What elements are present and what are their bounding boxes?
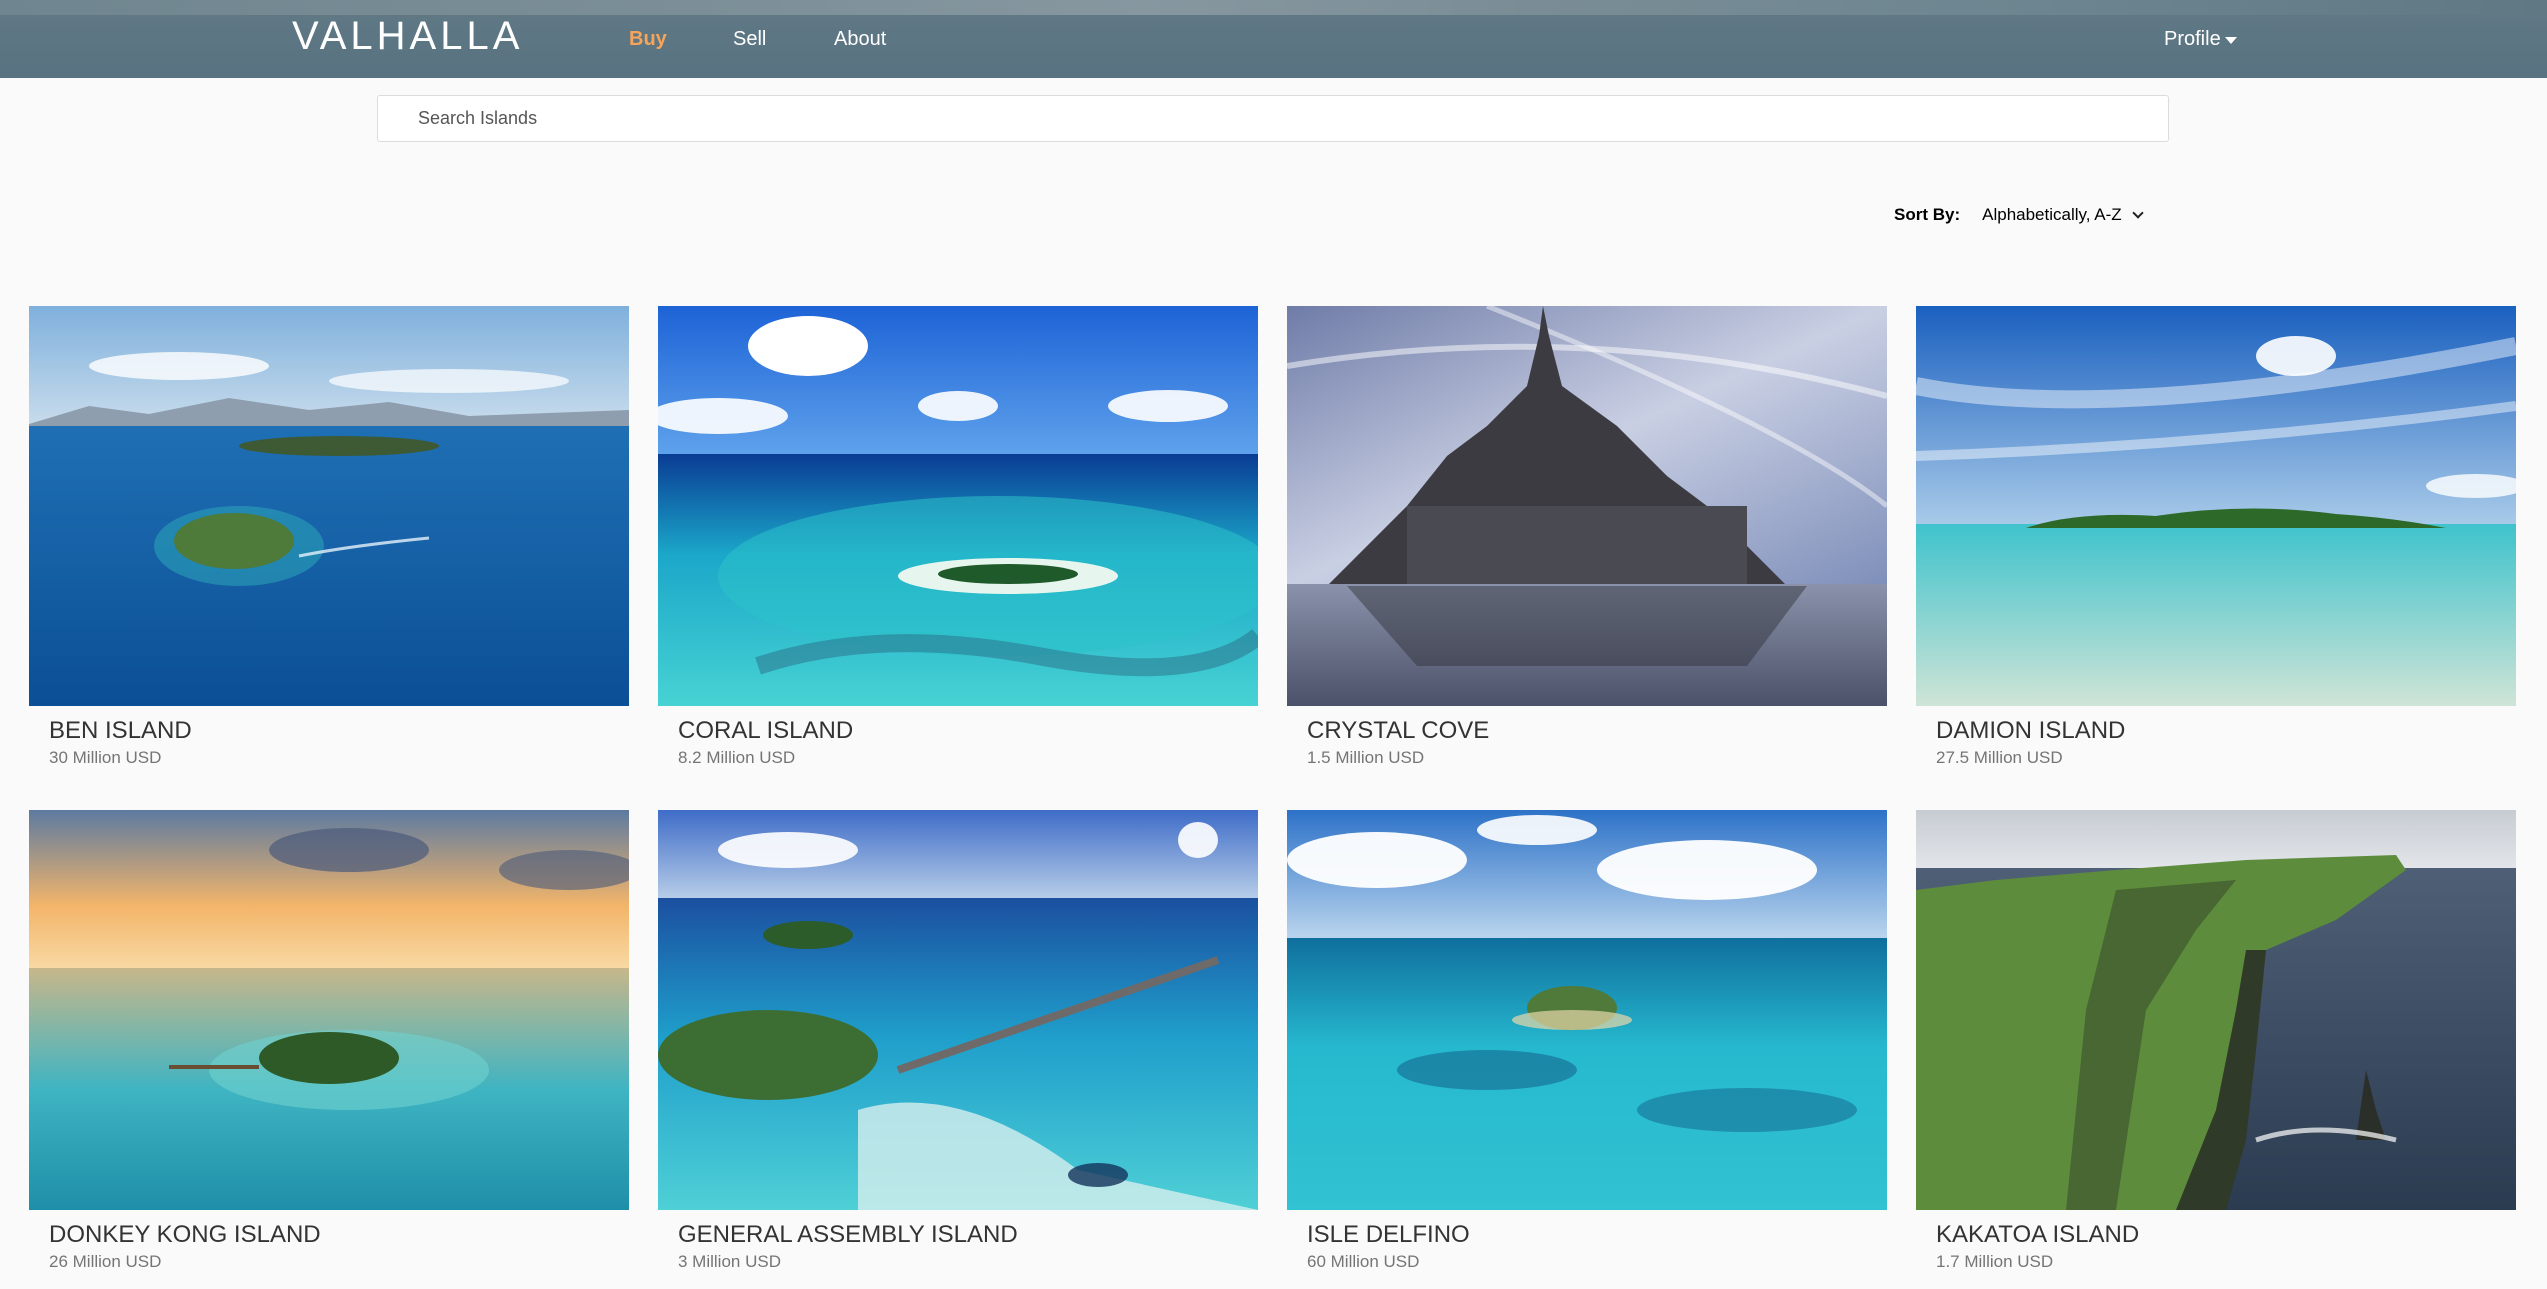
nav-link-sell[interactable]: Sell: [733, 26, 766, 52]
nav-link-buy[interactable]: Buy: [629, 26, 667, 52]
island-price: 60 Million USD: [1307, 1252, 1420, 1271]
island-card[interactable]: CRYSTAL COVE 1.5 Million USD: [1287, 306, 1887, 769]
sort-control: Sort By: Alphabetically, A-Z: [1894, 203, 2144, 227]
top-navbar: VALHALLA Buy Sell About Profile: [0, 0, 2547, 78]
island-photo[interactable]: [29, 306, 629, 706]
island-name[interactable]: DAMION ISLAND: [1936, 716, 2516, 746]
chevron-down-icon: [2131, 206, 2144, 219]
island-price: 26 Million USD: [49, 1252, 162, 1271]
island-name[interactable]: BEN ISLAND: [49, 716, 629, 746]
sort-selected-value: Alphabetically, A-Z: [1982, 205, 2122, 224]
island-price: 1.5 Million USD: [1307, 748, 1425, 767]
island-card[interactable]: GENERAL ASSEMBLY ISLAND 3 Million USD: [658, 810, 1258, 1273]
island-photo[interactable]: [658, 810, 1258, 1210]
island-photo[interactable]: [658, 306, 1258, 706]
sort-label: Sort By:: [1894, 205, 1961, 224]
island-card[interactable]: ISLE DELFINO 60 Million USD: [1287, 810, 1887, 1273]
island-price: 3 Million USD: [678, 1252, 781, 1271]
island-name[interactable]: DONKEY KONG ISLAND: [49, 1220, 629, 1250]
island-name[interactable]: CORAL ISLAND: [678, 716, 1258, 746]
island-photo[interactable]: [1287, 306, 1887, 706]
search-input[interactable]: [378, 96, 2168, 141]
island-photo[interactable]: [1287, 810, 1887, 1210]
island-card[interactable]: BEN ISLAND 30 Million USD: [29, 306, 629, 769]
nav-link-about[interactable]: About: [834, 26, 886, 52]
island-card[interactable]: DONKEY KONG ISLAND 26 Million USD: [29, 810, 629, 1273]
profile-label: Profile: [2164, 28, 2221, 50]
island-price: 8.2 Million USD: [678, 748, 796, 767]
search-bar: [377, 95, 2169, 142]
navbar-banner-strip: [0, 0, 2547, 15]
island-card[interactable]: DAMION ISLAND 27.5 Million USD: [1916, 306, 2516, 769]
island-name[interactable]: ISLE DELFINO: [1307, 1220, 1887, 1250]
island-price: 30 Million USD: [49, 748, 162, 767]
island-photo[interactable]: [1916, 810, 2516, 1210]
island-name[interactable]: CRYSTAL COVE: [1307, 716, 1887, 746]
sort-select[interactable]: Alphabetically, A-Z: [1982, 205, 2144, 225]
island-card[interactable]: KAKATOA ISLAND 1.7 Million USD: [1916, 810, 2516, 1273]
caret-down-icon: [2224, 36, 2237, 44]
island-card[interactable]: CORAL ISLAND 8.2 Million USD: [658, 306, 1258, 769]
island-name[interactable]: GENERAL ASSEMBLY ISLAND: [678, 1220, 1258, 1250]
island-name[interactable]: KAKATOA ISLAND: [1936, 1220, 2516, 1250]
island-photo[interactable]: [29, 810, 629, 1210]
island-photo[interactable]: [1916, 306, 2516, 706]
island-price: 27.5 Million USD: [1936, 748, 2063, 767]
profile-dropdown[interactable]: Profile: [2164, 26, 2237, 52]
brand-logo[interactable]: VALHALLA: [292, 14, 523, 58]
island-price: 1.7 Million USD: [1936, 1252, 2054, 1271]
